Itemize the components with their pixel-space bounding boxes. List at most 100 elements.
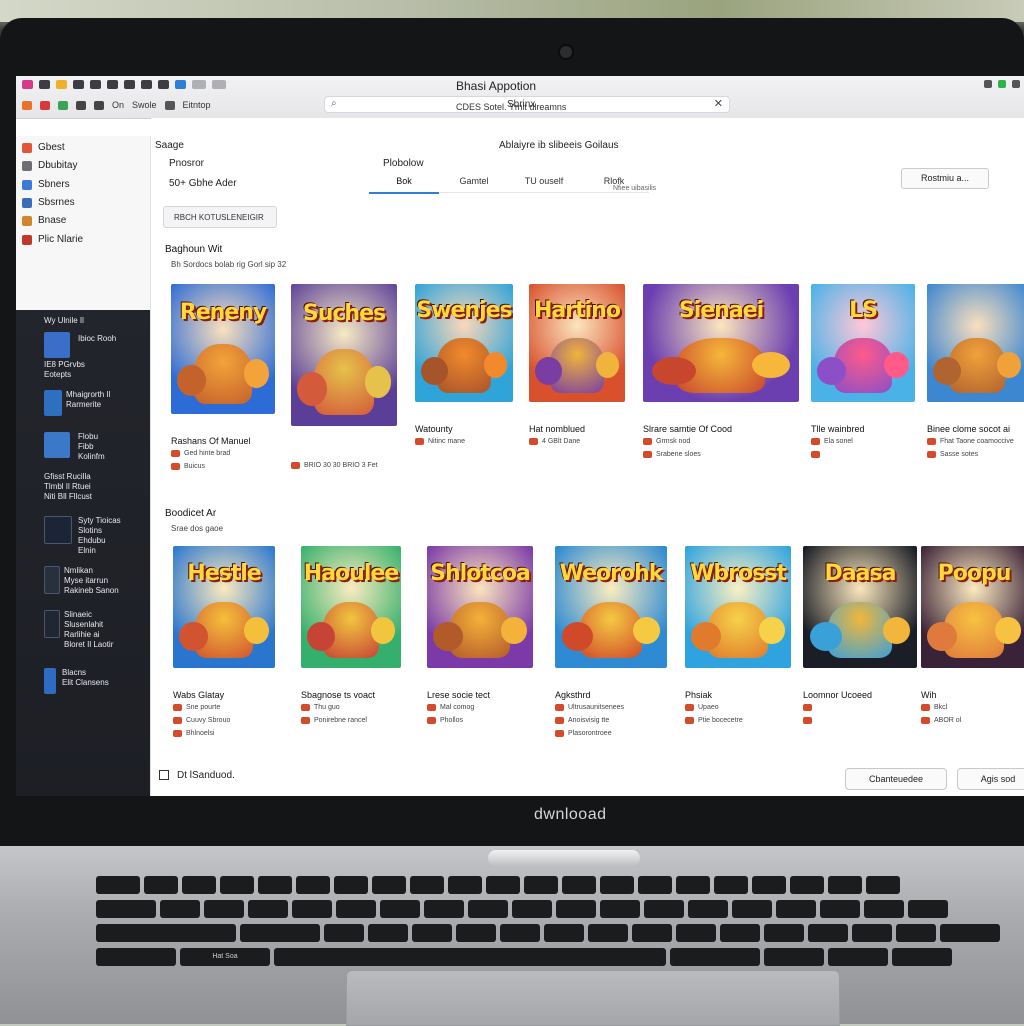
keyboard-key[interactable] [670,948,760,966]
game-cover-art[interactable]: Weorohk [555,546,667,668]
keyboard-key[interactable] [808,924,848,942]
game-card[interactable]: Hestle Wabs Glatay Sne pourte Cuuvy Sbrouo B… [173,546,275,737]
keyboard-key[interactable] [776,900,816,918]
game-title[interactable]: Binee clome socot ai [927,424,1010,434]
keyboard-key[interactable] [764,948,824,966]
keyboard-key[interactable] [96,948,176,966]
keyboard-key[interactable] [448,876,482,894]
tag-icon[interactable] [158,80,169,89]
game-title[interactable]: Rashans Of Manuel [171,436,251,446]
sidebar-item-flag[interactable]: Plic Nlarie [22,234,83,245]
keyboard-key[interactable] [732,900,772,918]
info-icon[interactable] [175,80,186,89]
game-title[interactable]: Hat nomblued [529,424,585,434]
keyboard-key[interactable] [588,924,628,942]
game-cover-art[interactable]: Hartino [529,284,625,402]
game-title[interactable]: Sbagnose ts voact [301,690,375,700]
library-item[interactable]: Mhaigrorth Il Rarmerite [66,390,110,410]
keyboard-key[interactable] [908,900,948,918]
keyboard-key[interactable] [96,900,156,918]
bookmark-icon[interactable] [107,80,118,89]
game-card[interactable]: Haoulee Sbagnose ts voact Thu guo Ponirebne… [301,546,401,728]
keyboard-key[interactable] [864,900,904,918]
keyboard-key[interactable] [600,900,640,918]
game-cover-art[interactable]: Swenjes [415,284,513,402]
game-cover-art[interactable]: Wbrosst [685,546,791,668]
game-card[interactable]: Binee clome socot ai Fhat Taone coamocciv… [927,284,1024,462]
keyboard-key[interactable] [828,948,888,966]
user-icon[interactable] [73,80,84,89]
keyboard-key[interactable] [248,900,288,918]
filter-chip[interactable]: RBCH KOTUSLENEIGIR [163,206,277,228]
doc-icon[interactable] [90,80,101,89]
game-cover-art[interactable]: Shlotcoa [427,546,533,668]
keyboard-key[interactable] [240,924,320,942]
keyboard-key[interactable] [632,924,672,942]
folder-icon[interactable] [40,100,50,110]
keyboard-key[interactable] [368,924,408,942]
game-cover-art[interactable]: LS [811,284,915,402]
keyboard-key[interactable] [896,924,936,942]
keyboard-key[interactable] [714,876,748,894]
game-title[interactable]: Loomnor Ucoeed [803,690,872,700]
game-card[interactable]: LS Tlle wainbred Ela sonel [811,284,915,462]
trackpad[interactable] [346,970,840,1026]
keyboard-key[interactable] [820,900,860,918]
game-title[interactable]: Phsiak [685,690,712,700]
game-title[interactable]: Tlle wainbred [811,424,865,434]
library-item[interactable]: Ibioc Rooh [78,334,116,344]
status-icon[interactable] [998,80,1006,88]
leaf-icon[interactable] [58,100,68,110]
keyboard-key[interactable] [486,876,520,894]
keyboard-key[interactable] [790,876,824,894]
sidebar-item-home[interactable]: Gbest [22,142,65,153]
bell-icon[interactable] [56,80,67,89]
keyboard-key[interactable] [204,900,244,918]
game-title[interactable]: Watounty [415,424,453,434]
keyboard-key[interactable] [752,876,786,894]
game-card[interactable]: Weorohk Agksthrd Ultrusaunitsenees Anoisvis… [555,546,667,737]
keyboard-key[interactable] [220,876,254,894]
keyboard-key[interactable] [258,876,292,894]
game-thumbnail[interactable] [44,432,70,458]
game-title[interactable]: Wabs Glatay [173,690,224,700]
game-cover-art[interactable]: Daasa [803,546,917,668]
library-item[interactable]: Slinaeic Slusenlahit Rarlihie ai Bloret Il … [64,610,113,650]
share-icon[interactable] [141,80,152,89]
game-thumbnail[interactable] [44,610,60,638]
keyboard-key[interactable] [182,876,216,894]
keyboard-key[interactable] [828,876,862,894]
game-card[interactable]: Suches BRIO 30 30 BRIO 3 Fet [291,284,397,486]
library-item[interactable]: Nmlikan Myse itarrun Rakineb Sanon [64,566,119,596]
record-icon[interactable] [22,100,32,110]
continue-button[interactable]: Cbanteuedee [845,768,947,790]
keyboard-key[interactable] [644,900,684,918]
keyboard-key[interactable] [410,876,444,894]
keyboard-key[interactable] [96,876,140,894]
close-icon[interactable]: ✕ [714,97,723,110]
game-card[interactable]: Swenjes Watounty Nitinc mane [415,284,513,462]
game-cover-art[interactable]: Reneny [171,284,275,414]
library-item[interactable]: IE8 PGrvbs Eotepts [44,360,85,380]
game-thumbnail[interactable] [44,516,72,544]
window-icon[interactable] [164,100,175,110]
tab-games[interactable]: Gamtel [439,172,509,193]
breadcrumb[interactable]: Saage [155,140,184,151]
keyboard-key[interactable] [500,924,540,942]
keyboard-key[interactable] [764,924,804,942]
keyboard-key[interactable] [468,900,508,918]
game-card[interactable]: Shlotcoa Lrese socie tect Mal comog Phollos [427,546,533,728]
game-cover-art[interactable]: Haoulee [301,546,401,668]
game-cover-art[interactable]: Poopu [921,546,1024,668]
game-card[interactable]: Daasa Loomnor Ucoeed [803,546,917,728]
keyboard-key[interactable] [676,924,716,942]
toolbar-item-eitntop[interactable]: Eitntop [183,100,211,110]
keyboard-key[interactable] [296,876,330,894]
keyboard-key[interactable] [144,876,178,894]
sidebar-item-stores[interactable]: Sbners [22,179,70,190]
sidebar-item-display[interactable]: Dbubitay [22,160,77,171]
bug-icon[interactable] [76,100,86,110]
library-item[interactable]: Flobu Fibb Kolinfm [78,432,105,462]
sidebar-item-base[interactable]: Bnase [22,215,66,226]
library-item[interactable]: Blacns Elit Clansens [62,668,109,688]
